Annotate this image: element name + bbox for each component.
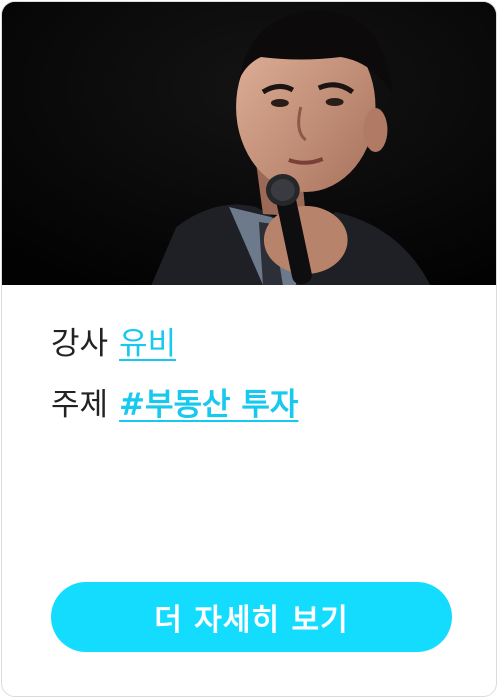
topic-label: 주제 xyxy=(51,387,109,423)
instructor-row: 강사 유비 xyxy=(51,324,476,364)
lecture-card: 강사 유비 주제 #부동산 투자 더 자세히 보기 xyxy=(1,1,497,697)
topic-tag-link[interactable]: #부동산 투자 xyxy=(119,385,298,425)
more-details-button[interactable]: 더 자세히 보기 xyxy=(51,582,452,652)
topic-row: 주제 #부동산 투자 xyxy=(51,385,476,425)
instructor-photo xyxy=(2,2,496,285)
instructor-name-link[interactable]: 유비 xyxy=(119,324,176,364)
instructor-photo-illustration xyxy=(2,2,496,285)
lecture-info: 강사 유비 주제 #부동산 투자 xyxy=(51,324,476,425)
instructor-label: 강사 xyxy=(51,326,109,362)
